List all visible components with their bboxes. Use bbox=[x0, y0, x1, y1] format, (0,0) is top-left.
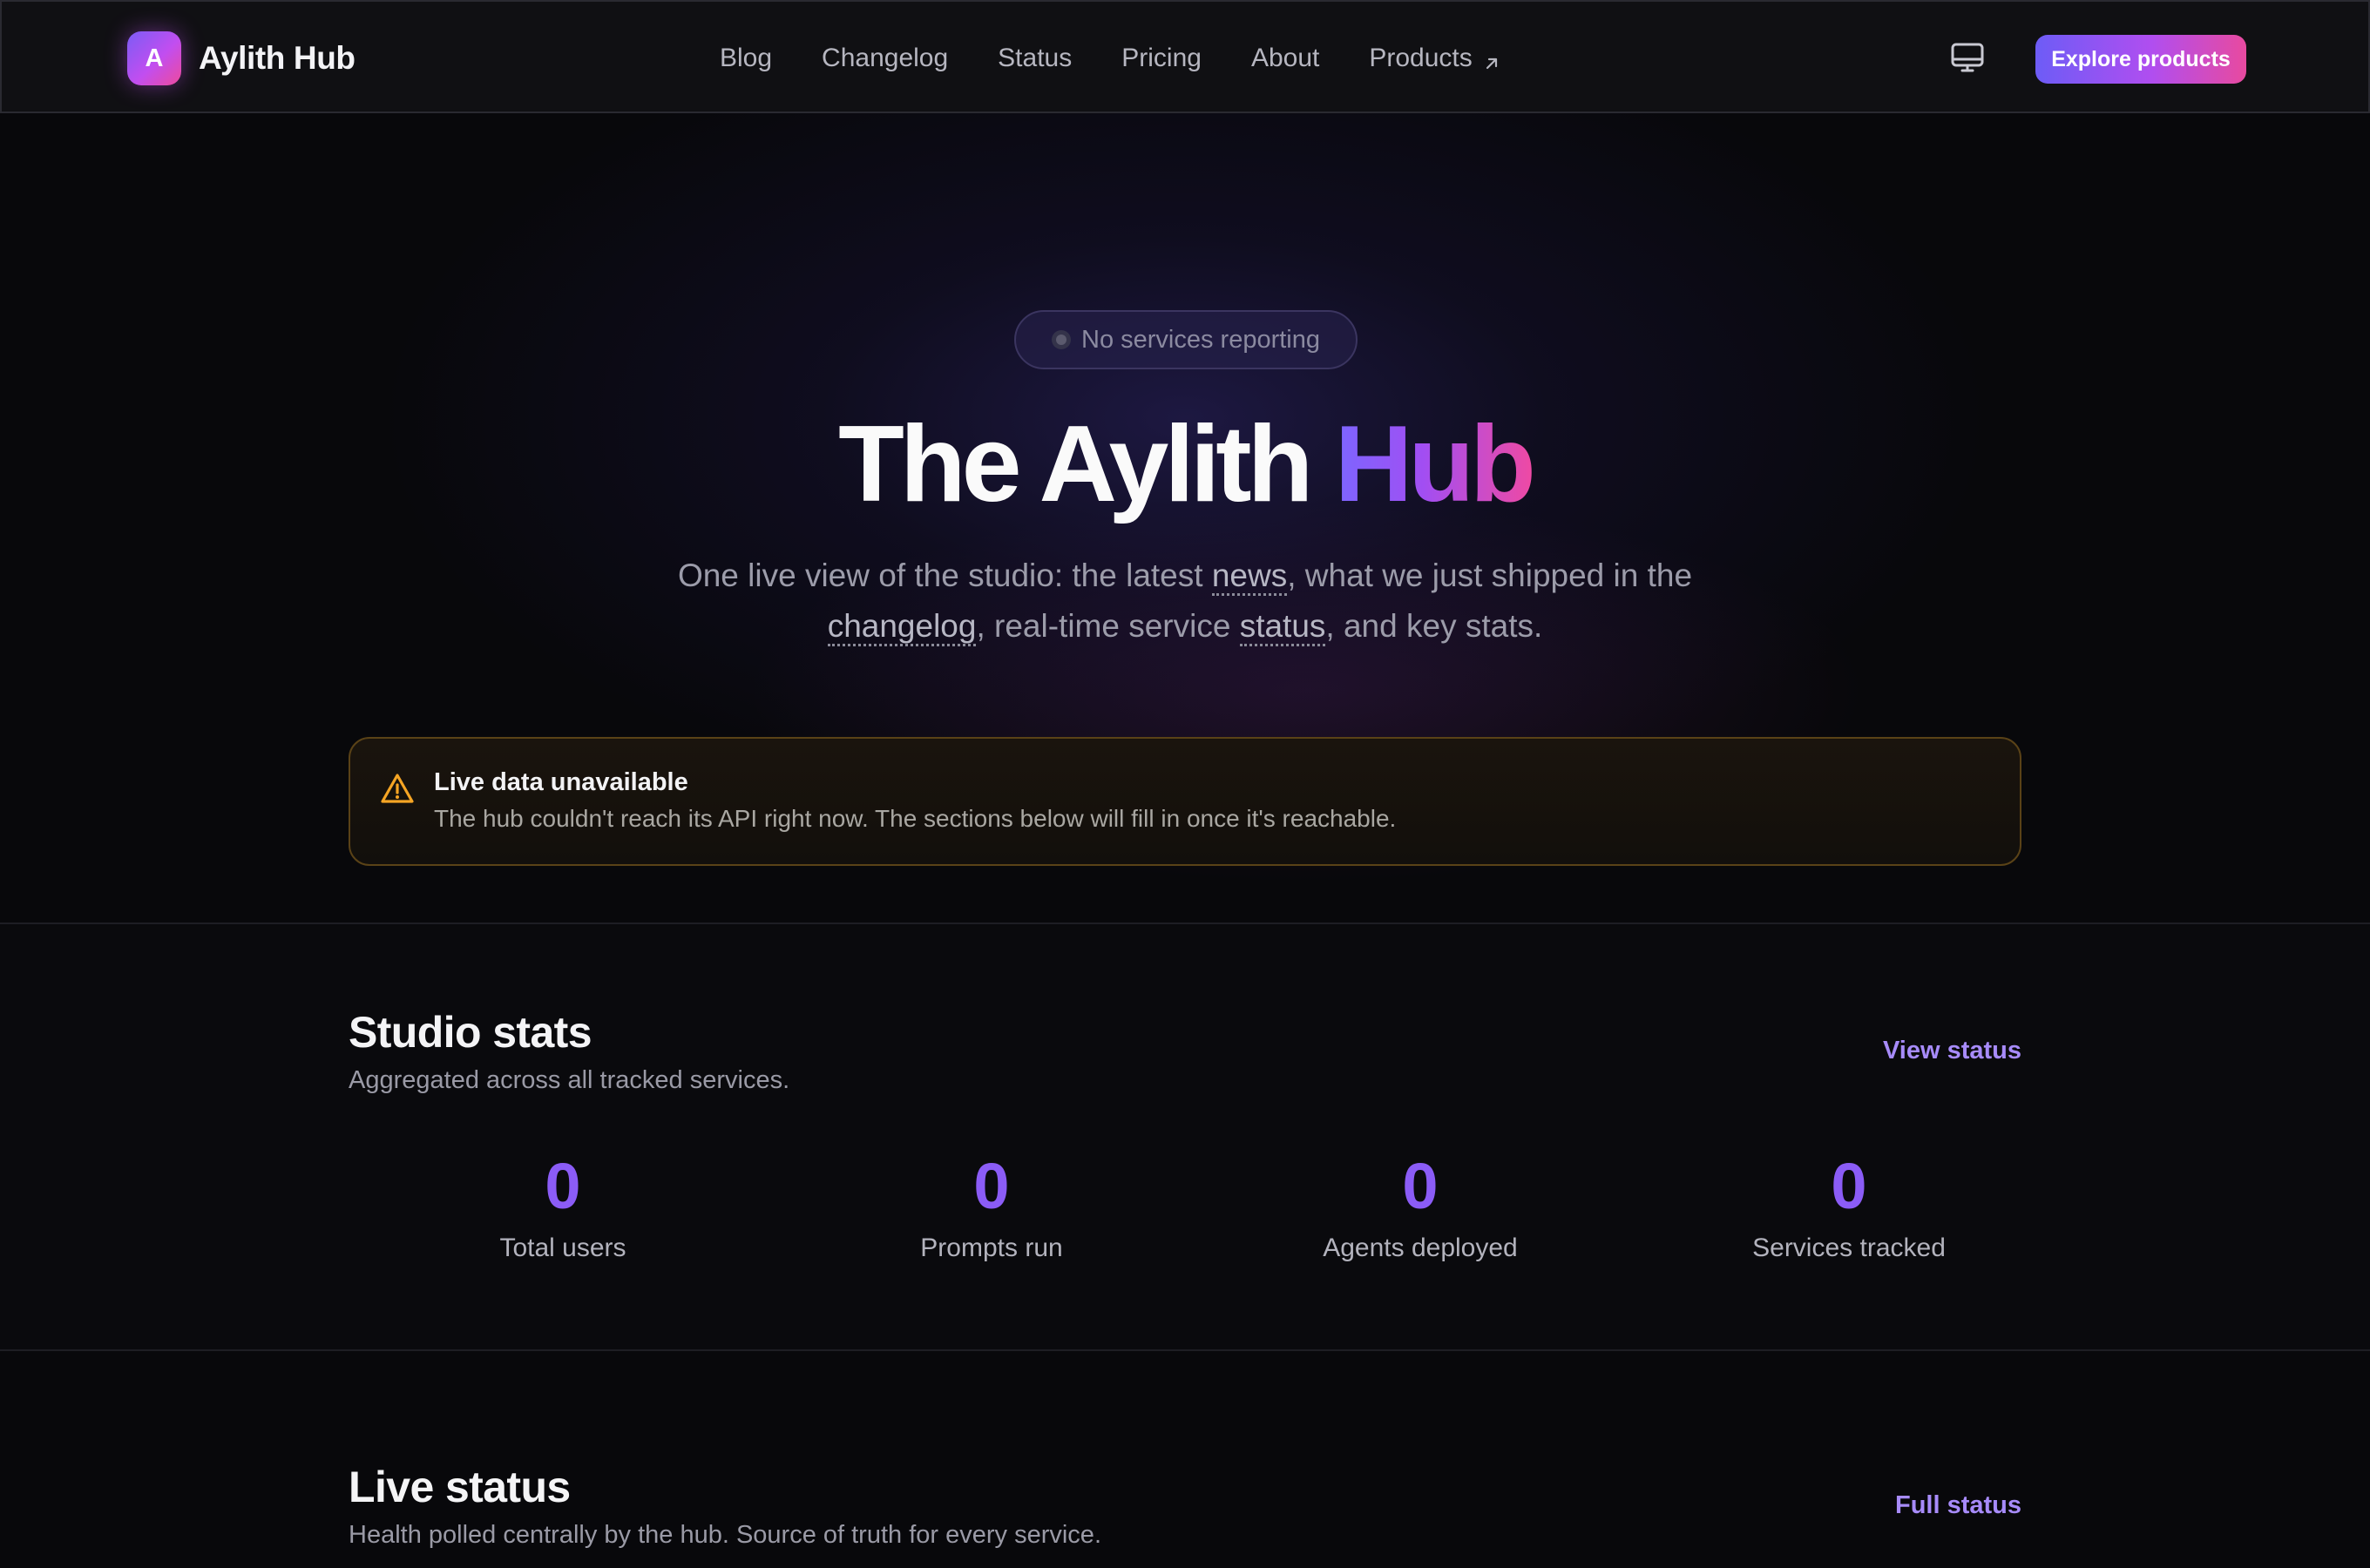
stat-label: Prompts run bbox=[920, 1233, 1063, 1262]
studio-stats-subtitle: Aggregated across all tracked services. bbox=[349, 1066, 790, 1094]
stat-label: Total users bbox=[499, 1233, 626, 1262]
view-status-link[interactable]: View status bbox=[1883, 1037, 2021, 1065]
stat-services-tracked: 0 Services tracked bbox=[1635, 1150, 2063, 1272]
stat-value: 0 bbox=[545, 1150, 581, 1222]
nav-link-pricing[interactable]: Pricing bbox=[1121, 44, 1202, 73]
brand-mark-icon: A bbox=[127, 31, 181, 85]
news-link[interactable]: news bbox=[1211, 558, 1288, 596]
studio-stats-title: Studio stats bbox=[349, 1008, 592, 1057]
monitor-icon[interactable] bbox=[1950, 42, 1985, 73]
hero-title: The Aylith Hub bbox=[0, 399, 2370, 530]
stat-label: Services tracked bbox=[1752, 1233, 1946, 1262]
main-nav: Blog Changelog Status Pricing About Prod… bbox=[720, 2, 1500, 115]
hero-subtitle-text: , and key stats. bbox=[1325, 608, 1543, 644]
studio-stats-section bbox=[0, 924, 2370, 1350]
full-status-link[interactable]: Full status bbox=[1895, 1491, 2021, 1520]
services-status-text: No services reporting bbox=[1081, 325, 1320, 354]
stat-total-users: 0 Total users bbox=[349, 1150, 777, 1272]
status-link[interactable]: status bbox=[1239, 608, 1326, 646]
stats-row: 0 Total users 0 Prompts run 0 Agents dep… bbox=[349, 1150, 2063, 1272]
live-status-title: Live status bbox=[349, 1463, 571, 1511]
hero-subtitle-text: , what we just shipped in the bbox=[1287, 558, 1693, 593]
nav-link-products-label: Products bbox=[1369, 44, 1473, 72]
explore-products-button[interactable]: Explore products bbox=[2035, 35, 2246, 84]
section-divider bbox=[0, 1349, 2370, 1351]
brand-logo-link[interactable]: A Aylith Hub bbox=[127, 31, 356, 85]
hero-subtitle-text: , real-time service bbox=[976, 608, 1240, 644]
nav-link-status[interactable]: Status bbox=[998, 44, 1072, 73]
hero-title-main: The Aylith bbox=[838, 404, 1335, 524]
external-link-icon bbox=[1483, 50, 1500, 70]
hero-subtitle: One live view of the studio: the latest … bbox=[610, 551, 1760, 652]
stat-agents-deployed: 0 Agents deployed bbox=[1206, 1150, 1635, 1272]
alert-title: Live data unavailable bbox=[434, 768, 688, 796]
alert-message: The hub couldn't reach its API right now… bbox=[434, 805, 1397, 832]
hero-subtitle-text: One live view of the studio: the latest bbox=[677, 558, 1212, 593]
status-dot-icon bbox=[1052, 330, 1071, 349]
nav-link-blog[interactable]: Blog bbox=[720, 44, 772, 73]
nav-link-products[interactable]: Products bbox=[1369, 44, 1500, 73]
nav-link-about[interactable]: About bbox=[1251, 44, 1319, 73]
stat-prompts-run: 0 Prompts run bbox=[777, 1150, 1206, 1272]
changelog-link[interactable]: changelog bbox=[827, 608, 977, 646]
nav-link-changelog[interactable]: Changelog bbox=[822, 44, 948, 73]
top-navbar: A Aylith Hub Blog Changelog Status Prici… bbox=[0, 0, 2370, 113]
services-status-pill[interactable]: No services reporting bbox=[1014, 310, 1358, 369]
stat-value: 0 bbox=[1402, 1150, 1439, 1222]
brand-name: Aylith Hub bbox=[199, 40, 356, 76]
stat-label: Agents deployed bbox=[1323, 1233, 1518, 1262]
live-status-subtitle: Health polled centrally by the hub. Sour… bbox=[349, 1521, 1101, 1549]
hero-title-accent: Hub bbox=[1334, 404, 1536, 524]
live-data-alert: Live data unavailable The hub couldn't r… bbox=[349, 737, 2021, 866]
stat-value: 0 bbox=[973, 1150, 1010, 1222]
stat-value: 0 bbox=[1831, 1150, 1867, 1222]
warning-icon bbox=[380, 772, 415, 805]
